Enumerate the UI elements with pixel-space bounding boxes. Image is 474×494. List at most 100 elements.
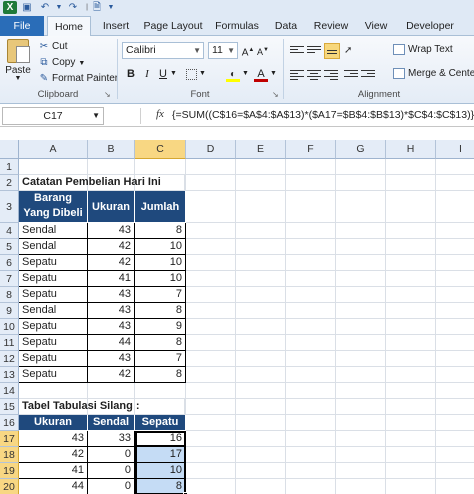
cell[interactable] [286, 255, 336, 271]
cell[interactable] [236, 399, 286, 415]
cell[interactable] [336, 255, 386, 271]
print-preview-icon[interactable]: 🗎 [90, 1, 104, 14]
cell[interactable] [236, 351, 286, 367]
cell[interactable] [286, 447, 336, 463]
increase-indent-icon[interactable] [361, 68, 375, 82]
wrap-text-button[interactable]: Wrap Text [393, 42, 453, 58]
table-row-item[interactable]: Sendal [19, 239, 88, 255]
cell[interactable] [19, 159, 88, 175]
row-header-5[interactable]: 5 [0, 239, 19, 255]
cell[interactable] [386, 159, 436, 175]
crosstab-row-sepatu[interactable]: 8 [135, 479, 186, 494]
cell[interactable] [336, 399, 386, 415]
cell[interactable] [186, 223, 236, 239]
column-header-d[interactable]: D [186, 140, 236, 159]
crosstab-title[interactable]: Tabel Tabulasi Silang : [19, 399, 185, 415]
cell[interactable] [286, 383, 336, 399]
table-row-size[interactable]: 41 [88, 271, 135, 287]
row-header-3[interactable]: 3 [0, 191, 19, 223]
cell[interactable] [186, 303, 236, 319]
shrink-font-button[interactable]: A▼ [256, 42, 270, 58]
table-row-qty[interactable]: 8 [135, 223, 186, 239]
align-bottom-icon[interactable] [324, 43, 340, 59]
cell[interactable] [336, 335, 386, 351]
row-header-12[interactable]: 12 [0, 351, 19, 367]
table-row-qty[interactable]: 10 [135, 239, 186, 255]
tab-file[interactable]: File [0, 16, 44, 36]
cell[interactable] [236, 383, 286, 399]
crosstab-row-size[interactable]: 41 [19, 463, 88, 479]
crosstab-row-sendal[interactable]: 0 [88, 479, 135, 494]
cell[interactable] [336, 223, 386, 239]
crosstab-row-sendal[interactable]: 0 [88, 447, 135, 463]
cell[interactable] [436, 287, 474, 303]
cell[interactable] [336, 479, 386, 494]
cell[interactable] [336, 431, 386, 447]
tab-formulas[interactable]: Formulas [210, 16, 264, 36]
tab-home[interactable]: Home [47, 16, 91, 37]
cell[interactable] [286, 479, 336, 494]
active-cell-c17[interactable]: 16 [135, 431, 186, 447]
customize-toolbar-icon[interactable]: ▼ [104, 1, 118, 14]
font-color-dropdown-icon[interactable]: ▼ [270, 70, 277, 77]
cell[interactable] [436, 447, 474, 463]
cell[interactable] [386, 367, 436, 383]
cell[interactable] [386, 335, 436, 351]
cell[interactable] [336, 159, 386, 175]
cell[interactable] [386, 447, 436, 463]
cell[interactable] [436, 255, 474, 271]
crosstab-row-sepatu[interactable]: 17 [135, 447, 186, 463]
font-color-button[interactable]: A [254, 66, 268, 82]
cell[interactable] [386, 271, 436, 287]
table-row-item[interactable]: Sepatu [19, 367, 88, 383]
tab-view[interactable]: View [358, 16, 394, 36]
cell[interactable] [236, 335, 286, 351]
formula-input[interactable]: {=SUM((C$16=$A$4:$A$13)*($A17=$B$4:$B$13… [172, 109, 474, 121]
save-icon[interactable]: ▣ [20, 1, 34, 14]
cell[interactable] [436, 463, 474, 479]
crosstab-row-sendal[interactable]: 33 [88, 431, 135, 447]
cell[interactable] [386, 399, 436, 415]
tab-developer[interactable]: Developer [398, 16, 462, 36]
cell[interactable] [386, 303, 436, 319]
crosstab-row-size[interactable]: 43 [19, 431, 88, 447]
cut-button[interactable]: ✂ Cut [38, 39, 68, 54]
cell[interactable] [336, 239, 386, 255]
align-center-icon[interactable] [307, 68, 321, 82]
cell[interactable] [286, 319, 336, 335]
table-row-size[interactable]: 43 [88, 287, 135, 303]
cell[interactable] [386, 255, 436, 271]
column-header-e[interactable]: E [236, 140, 286, 159]
table-row-item[interactable]: Sendal [19, 223, 88, 239]
column-header-g[interactable]: G [336, 140, 386, 159]
copy-dropdown-icon[interactable]: ▼ [78, 60, 85, 67]
cell[interactable] [436, 399, 474, 415]
cell[interactable] [436, 335, 474, 351]
align-top-icon[interactable] [290, 44, 304, 58]
cell[interactable] [336, 175, 386, 191]
cell[interactable] [286, 415, 336, 431]
crosstab-row-sendal[interactable]: 0 [88, 463, 135, 479]
undo-dropdown-icon[interactable]: ▼ [52, 1, 66, 14]
row-header-6[interactable]: 6 [0, 255, 19, 271]
cell[interactable] [386, 191, 436, 223]
cell[interactable] [336, 383, 386, 399]
cell[interactable] [236, 159, 286, 175]
table-row-qty[interactable]: 7 [135, 287, 186, 303]
table-row-size[interactable]: 42 [88, 255, 135, 271]
cell[interactable] [436, 175, 474, 191]
column-header-h[interactable]: H [386, 140, 436, 159]
cell[interactable] [286, 271, 336, 287]
cell[interactable] [436, 159, 474, 175]
table-row-item[interactable]: Sepatu [19, 271, 88, 287]
align-left-icon[interactable] [290, 68, 304, 82]
cell[interactable] [386, 431, 436, 447]
cell[interactable] [186, 383, 236, 399]
font-launcher-icon[interactable]: ↘ [272, 90, 279, 99]
cell[interactable] [88, 159, 135, 175]
cell[interactable] [236, 223, 286, 239]
cell[interactable] [286, 463, 336, 479]
merge-center-button[interactable]: Merge & Center [393, 66, 474, 82]
copy-button[interactable]: ⧉ Copy ▼ [38, 55, 85, 70]
fill-color-button[interactable]: ◐ [226, 66, 240, 82]
